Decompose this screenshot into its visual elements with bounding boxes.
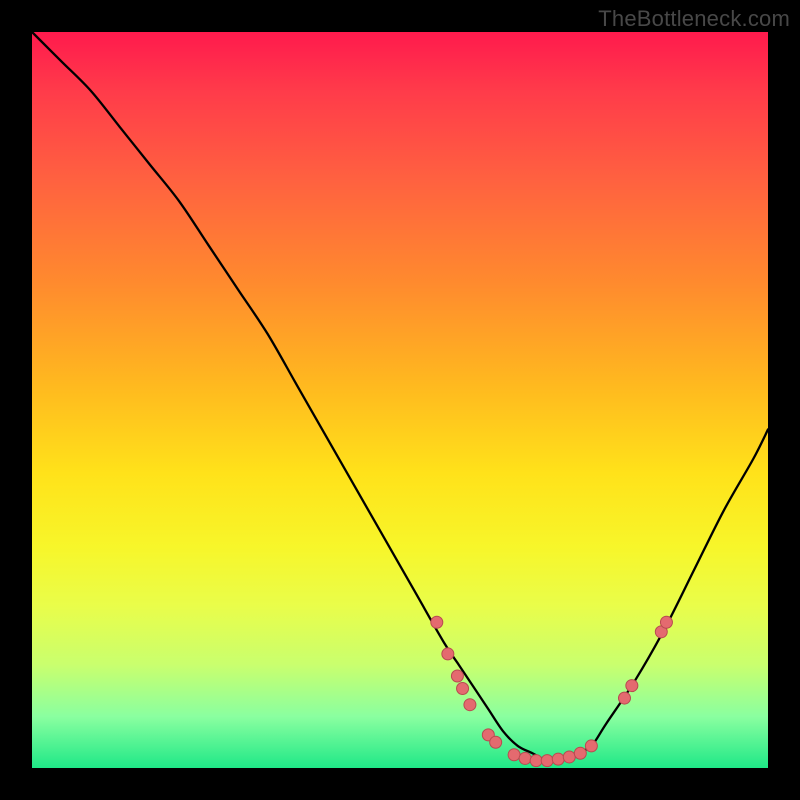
bottleneck-curve — [32, 32, 768, 762]
curve-marker — [618, 692, 630, 704]
curve-markers — [431, 616, 673, 766]
curve-marker — [585, 740, 597, 752]
curve-marker — [451, 670, 463, 682]
curve-marker — [541, 755, 553, 767]
watermark-text: TheBottleneck.com — [598, 6, 790, 32]
curve-marker — [519, 752, 531, 764]
curve-marker — [563, 751, 575, 763]
curve-marker — [552, 753, 564, 765]
curve-marker — [660, 616, 672, 628]
chart-svg — [32, 32, 768, 768]
curve-marker — [457, 683, 469, 695]
chart-stage: TheBottleneck.com — [0, 0, 800, 800]
curve-marker — [442, 648, 454, 660]
curve-marker — [464, 699, 476, 711]
curve-marker — [574, 747, 586, 759]
curve-marker — [490, 736, 502, 748]
curve-marker — [508, 749, 520, 761]
curve-marker — [431, 616, 443, 628]
curve-marker — [626, 680, 638, 692]
curve-marker — [530, 755, 542, 767]
